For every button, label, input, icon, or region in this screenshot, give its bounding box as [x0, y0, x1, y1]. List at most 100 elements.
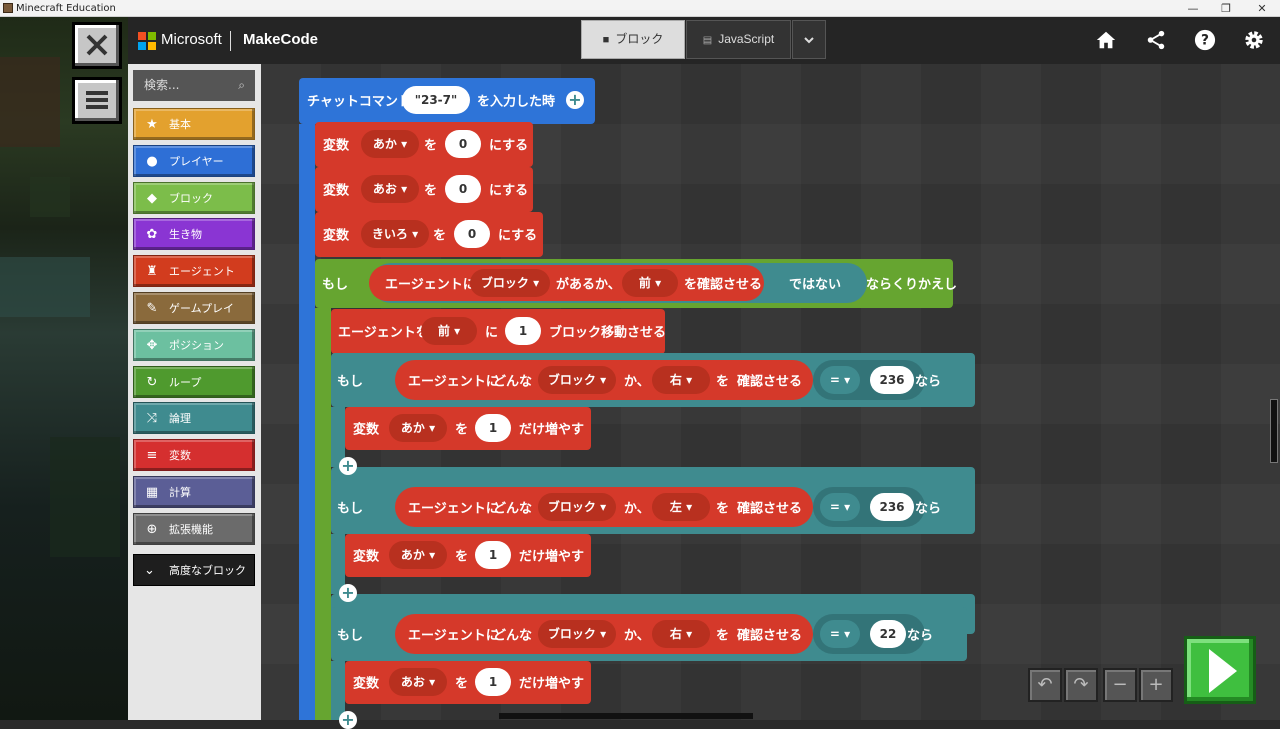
help-button[interactable]: ? [1193, 29, 1217, 53]
if-body-name-dropdown-value: あか [400, 548, 425, 562]
toolbox-category-label: 拡張機能 [169, 522, 213, 536]
if-operator-dropdown-value: = [829, 500, 840, 514]
if-add-else-button[interactable]: + [339, 457, 357, 475]
set-var-name-dropdown-value: あお [372, 182, 397, 196]
if-check-label: 確認させる [737, 501, 803, 517]
svg-text:?: ? [1201, 33, 1209, 49]
if-dir-dropdown[interactable]: 右 ▾ [652, 366, 710, 394]
set-var-name-dropdown[interactable]: あお ▾ [361, 175, 419, 203]
toolbox-category-1[interactable]: ● プレイヤー [133, 144, 255, 177]
while-dir-dropdown-value: 前 [638, 276, 651, 290]
advanced-blocks-button[interactable]: ⌄ 高度なブロック [133, 554, 255, 586]
if-operator-dropdown[interactable]: = ▾ [820, 620, 860, 648]
toolbox-category-0[interactable]: ★ 基本 [133, 108, 255, 140]
if-body-value-field[interactable]: 1 [475, 541, 511, 569]
event-label-suffix: を入力した時 [477, 94, 556, 110]
toolbox-category-10[interactable]: ▦ 計算 [133, 476, 255, 508]
if-ka-label: か、 [624, 628, 650, 644]
home-button[interactable] [1094, 29, 1118, 53]
toolbox-category-6[interactable]: ✥ ポジション [133, 328, 255, 361]
if-wo-label: を [716, 374, 730, 390]
toolbox-category-3[interactable]: ✿ 生き物 [133, 218, 255, 251]
toolbox-category-2[interactable]: ◆ ブロック [133, 181, 255, 214]
set-var-value-field[interactable]: 0 [454, 220, 490, 248]
set-var-value-field[interactable]: 0 [445, 175, 481, 203]
set-var-name-dropdown[interactable]: きいろ ▾ [361, 220, 429, 248]
if-keyword: もし [337, 374, 364, 390]
toolbox-category-9[interactable]: ≡ 変数 [133, 439, 255, 472]
toolbox-category-label: 基本 [169, 118, 191, 131]
if-operator-dropdown[interactable]: = ▾ [820, 493, 860, 521]
while-dir-dropdown[interactable]: 前 ▾ [622, 269, 678, 297]
if-body-value-field[interactable]: 1 [475, 668, 511, 696]
star-icon: ★ [146, 117, 158, 132]
dropdown-arrow-icon: ▾ [650, 276, 662, 290]
if-then-label: なら [915, 374, 942, 390]
if-dir-dropdown-value: 左 [669, 500, 682, 514]
dropdown-arrow-icon: ▾ [839, 373, 851, 387]
if-body-name-dropdown[interactable]: あか ▾ [389, 414, 447, 442]
if-compare-value-field[interactable]: 236 [870, 366, 914, 394]
tab-javascript[interactable]: ▤ JavaScript [686, 20, 791, 59]
if-operator-dropdown[interactable]: = ▾ [820, 366, 860, 394]
language-dropdown-button[interactable] [792, 20, 826, 59]
redo-button[interactable]: ↷ [1064, 668, 1098, 702]
microsoft-logo [138, 32, 156, 50]
agent-icon: ♜ [146, 264, 158, 280]
zoom-in-button[interactable]: + [1139, 668, 1173, 702]
makecode-brand[interactable]: MakeCode [243, 31, 318, 48]
while-kind-dropdown[interactable]: ブロック ▾ [470, 269, 550, 297]
if-body-name-dropdown[interactable]: あか ▾ [389, 541, 447, 569]
close-editor-button[interactable] [72, 22, 122, 69]
tab-blocks[interactable]: ■ ブロック [581, 20, 685, 59]
if-add-else-button[interactable]: + [339, 711, 357, 729]
if-dir-dropdown[interactable]: 右 ▾ [652, 620, 710, 648]
vertical-scrollbar[interactable] [1270, 399, 1278, 463]
move-dir-dropdown[interactable]: 前 ▾ [421, 317, 477, 345]
if-add-else-button[interactable]: + [339, 584, 357, 602]
set-var-value-field[interactable]: 0 [445, 130, 481, 158]
if-body-name-dropdown[interactable]: あお ▾ [389, 668, 447, 696]
toolbox-search-input[interactable]: 検索... ⌕ [133, 70, 255, 101]
if-kind-dropdown[interactable]: ブロック ▾ [538, 620, 616, 648]
dropdown-arrow-icon: ▾ [595, 373, 607, 387]
toolbox-category-5[interactable]: ✎ ゲームプレイ [133, 292, 255, 324]
chat-command-field[interactable]: "23-7" [402, 86, 470, 114]
horizontal-scrollbar[interactable] [499, 713, 753, 719]
toolbox-category-7[interactable]: ↻ ループ [133, 365, 255, 398]
if-compare-value-field[interactable]: 22 [870, 620, 906, 648]
share-button[interactable] [1144, 29, 1168, 53]
set-var-wo: を [433, 228, 447, 244]
tab-blocks-label: ブロック [615, 32, 664, 46]
while-agent-label: エージェントに [385, 277, 476, 293]
event-add-parameter-button[interactable]: + [566, 91, 584, 109]
undo-button[interactable]: ↶ [1028, 668, 1062, 702]
if-compare-value-field[interactable]: 236 [870, 493, 914, 521]
settings-button[interactable] [1242, 29, 1266, 53]
run-code-button[interactable] [1184, 636, 1256, 704]
move-count-field[interactable]: 1 [505, 317, 541, 345]
restore-button[interactable]: ❐ [1208, 0, 1244, 17]
toolbox-category-8[interactable]: ⤨ 論理 [133, 402, 255, 435]
set-var-name-dropdown[interactable]: あか ▾ [361, 130, 419, 158]
if-body-wo: を [455, 422, 469, 438]
set-var-keyword: 変数 [323, 228, 350, 244]
js-file-icon: ▤ [702, 35, 713, 46]
if-body-name-dropdown-value: あお [400, 675, 425, 689]
zoom-out-button[interactable]: − [1103, 668, 1137, 702]
if-body-value-field[interactable]: 1 [475, 414, 511, 442]
toolbox-category-4[interactable]: ♜ エージェント [133, 255, 255, 288]
minimize-button[interactable]: — [1175, 0, 1211, 17]
toolbox-category-label: エージェント [169, 265, 235, 279]
if-operator-dropdown-value: = [829, 373, 840, 387]
gear-icon [1245, 31, 1263, 49]
menu-button[interactable] [72, 77, 122, 124]
if-kind-dropdown[interactable]: ブロック ▾ [538, 493, 616, 521]
code-workspace[interactable]: チャットコマンド "23-7" を入力した時 + 変数 あか ▾ を 0 にする 変数 あお ▾ を 0… [261, 64, 1280, 729]
if-dir-dropdown[interactable]: 左 ▾ [652, 493, 710, 521]
if-ka-label: か、 [624, 501, 650, 517]
close-window-button[interactable]: ✕ [1244, 0, 1280, 17]
set-var-wo: を [424, 138, 438, 154]
if-kind-dropdown[interactable]: ブロック ▾ [538, 366, 616, 394]
toolbox-category-11[interactable]: ⊕ 拡張機能 [133, 512, 255, 545]
